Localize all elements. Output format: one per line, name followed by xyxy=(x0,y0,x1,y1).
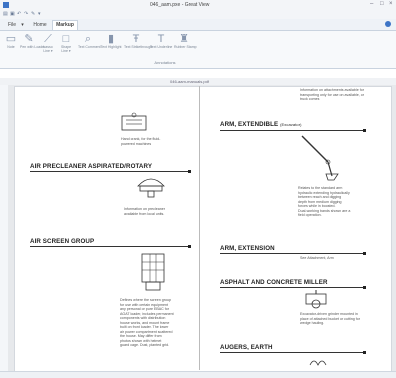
quick-access-toolbar: ▤ ▣ ↶ ↷ ✎ ▾ xyxy=(0,10,396,19)
note-tool[interactable]: ▭ Note xyxy=(4,33,18,57)
section-rule xyxy=(30,245,191,248)
section-heading-air-precleaner: AIR PRECLEANER ASPIRATED/ROTARY xyxy=(30,163,153,170)
arm-extendible-caption: Relates to the standard arm hydraulic ex… xyxy=(298,186,351,217)
auger-illustration xyxy=(309,360,327,366)
comment-icon: ⌕ xyxy=(84,33,92,45)
ribbon-tabs: File ▾ Home Markup xyxy=(0,19,396,31)
tab-file[interactable]: File xyxy=(4,21,20,29)
ribbon-group-label: Annotations xyxy=(154,60,176,65)
line-dropdown[interactable]: Line ▾ xyxy=(40,49,56,53)
section-heading-asphalt-miller: ASPHALT AND CONCRETE MILLER xyxy=(220,279,328,286)
air-precleaner-caption: Information on precleaner available from… xyxy=(124,207,165,216)
air-screen-illustration xyxy=(141,253,165,291)
ribbon-toolbar: ▭ Note ✎ Pen with Loader ⟋ Lasso Line ▾ … xyxy=(0,31,396,69)
rectangle-icon: □ xyxy=(62,33,70,45)
help-icon[interactable] xyxy=(385,21,391,27)
undo-icon[interactable]: ↶ xyxy=(17,11,21,17)
highlighter-icon: ▮ xyxy=(107,33,115,45)
close-icon[interactable]: × xyxy=(389,1,393,7)
air-screen-caption: Defines where the screen group for use w… xyxy=(120,298,174,347)
customize-icon[interactable]: ▾ xyxy=(38,11,41,17)
attachments-caption: Information on attachments available for… xyxy=(300,88,364,101)
section-heading-arm-extension: ARM, EXTENSION xyxy=(220,245,275,252)
hand-crank-illustration xyxy=(121,112,147,131)
asphalt-miller-illustration xyxy=(305,290,327,309)
asphalt-miller-caption: Excavator-driven grinder mounted in plac… xyxy=(300,312,360,325)
title-bar: 046_aam.pxe - Great View – □ × xyxy=(0,0,396,10)
section-heading-arm-extendible: ARM, EXTENDIBLE (Excavator) xyxy=(220,121,302,128)
stamp-icon: ♜ xyxy=(179,33,189,45)
air-precleaner-illustration xyxy=(137,178,165,198)
strikethrough-icon: Ŧ xyxy=(132,33,140,45)
app-icon xyxy=(3,2,9,8)
note-icon: ▭ xyxy=(5,33,17,45)
minimize-icon[interactable]: – xyxy=(370,1,373,7)
redo-icon[interactable]: ↷ xyxy=(24,11,28,17)
section-rule xyxy=(220,252,366,255)
hand-crank-caption: Hand crank, for the fluid-powered machin… xyxy=(121,137,161,146)
lasso-tool[interactable]: ⟋ Lasso Line ▾ xyxy=(40,33,56,57)
document-page xyxy=(14,86,392,372)
pen-icon: ✎ xyxy=(24,33,34,45)
text-comment-tool[interactable]: ⌕ Text Comment xyxy=(78,33,101,57)
shape-tool[interactable]: □ Shape Line ▾ xyxy=(58,33,74,57)
arm-extension-caption: See Attachment, Arm xyxy=(300,256,334,260)
underline-icon: T xyxy=(157,33,165,45)
section-heading-augers-earth: AUGERS, EARTH xyxy=(220,344,273,351)
section-heading-air-screen: AIR SCREEN GROUP xyxy=(30,238,95,245)
section-rule xyxy=(220,351,366,354)
rubber-stamp-tool[interactable]: ♜ Rubber Stamp xyxy=(174,33,197,57)
section-rule xyxy=(220,286,366,289)
line-dropdown-2[interactable]: Line ▾ xyxy=(58,49,74,53)
lasso-icon: ⟋ xyxy=(44,33,52,45)
text-strikethrough-tool[interactable]: Ŧ Text Strikethrough xyxy=(124,33,152,57)
excavator-arm-illustration xyxy=(301,135,339,181)
section-rule xyxy=(220,129,366,132)
text-underline-tool[interactable]: T Text Underline xyxy=(150,33,172,57)
text-highlight-tool[interactable]: ▮ Text Highlight xyxy=(100,33,122,57)
maximize-icon[interactable]: □ xyxy=(380,1,384,7)
pen-icon[interactable]: ✎ xyxy=(31,11,35,17)
save-icon[interactable]: ▣ xyxy=(10,11,15,17)
column-divider xyxy=(199,86,200,370)
tab-markup[interactable]: Markup xyxy=(52,20,78,30)
open-icon[interactable]: ▤ xyxy=(3,11,8,17)
window-title: 046_aam.pxe - Great View xyxy=(150,2,210,8)
document-tab[interactable]: 046-aam-manuals.pdf xyxy=(170,78,209,85)
tab-home[interactable]: Home xyxy=(30,21,50,29)
file-dropdown-icon[interactable]: ▾ xyxy=(20,21,25,29)
pen-tool[interactable]: ✎ Pen with Loader xyxy=(20,33,45,57)
